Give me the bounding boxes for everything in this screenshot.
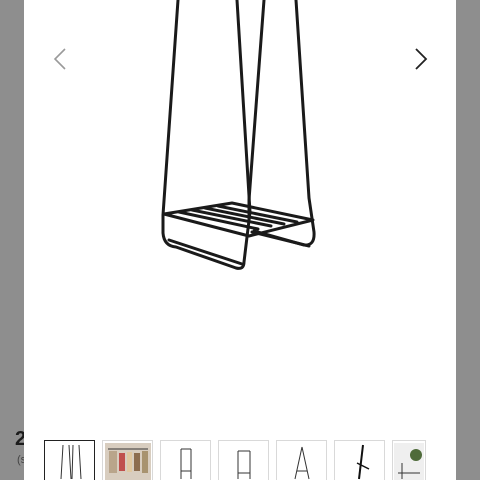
room-photo-icon — [104, 443, 151, 480]
chevron-left-icon — [53, 48, 66, 70]
clothes-rack-icon — [294, 446, 309, 480]
thumbnail-rack-in-room[interactable] — [102, 440, 153, 480]
thumbnail-rack-front[interactable] — [44, 440, 95, 480]
chevron-right-icon — [415, 48, 428, 70]
image-gallery-modal — [24, 0, 456, 480]
rack-detail-icon — [356, 444, 369, 480]
previous-image-button[interactable] — [46, 44, 74, 74]
thumbnail-rack-plant[interactable] — [392, 440, 426, 480]
room-photo-icon — [394, 443, 424, 480]
clothes-rack-icon — [60, 444, 81, 480]
thumbnail-rack-detail[interactable] — [334, 440, 385, 480]
thumbnail-rack-side[interactable] — [160, 440, 211, 480]
clothes-rack-icon — [237, 450, 250, 479]
next-image-button[interactable] — [407, 44, 435, 74]
product-image — [161, 0, 316, 270]
thumbnail-strip — [44, 440, 426, 480]
thumbnail-rack-back[interactable] — [218, 440, 269, 480]
clothes-rack-icon — [180, 448, 191, 479]
thumbnail-rack-angle[interactable] — [276, 440, 327, 480]
